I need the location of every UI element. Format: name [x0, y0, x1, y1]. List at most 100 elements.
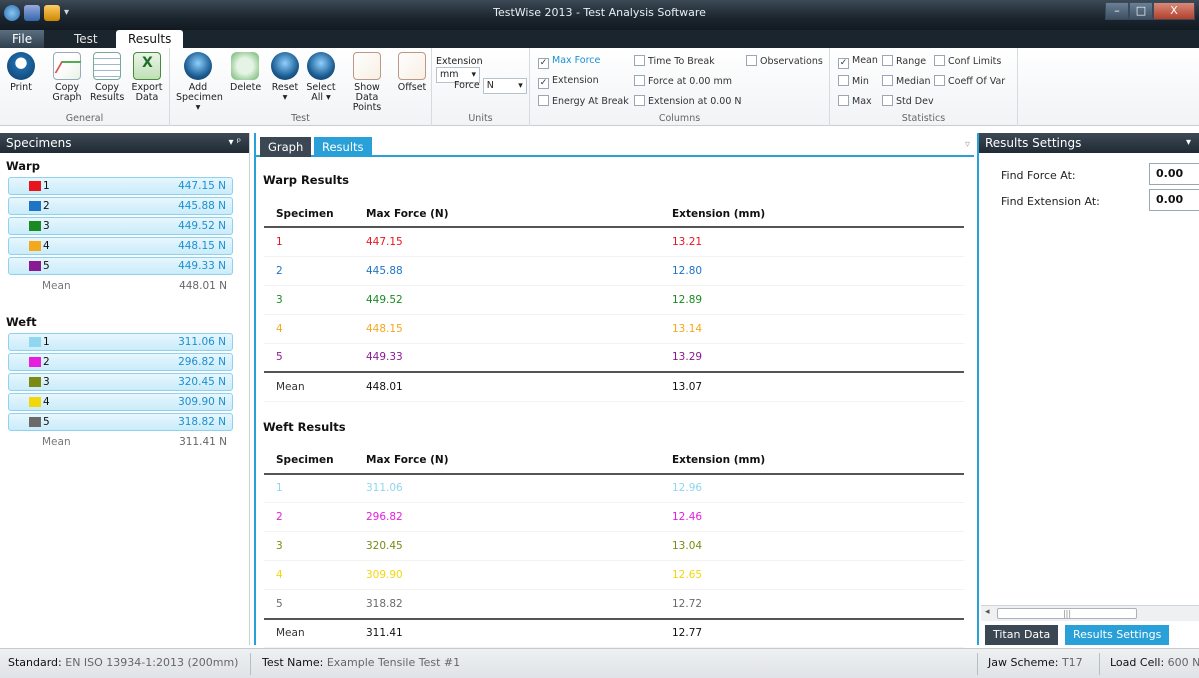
weft-specimen-row[interactable]: 4 309.90 N — [8, 393, 233, 411]
print-button[interactable]: Print — [6, 52, 36, 93]
ribbon-tabs: File Test Results — [0, 30, 1199, 48]
energy-at-break-checkbox[interactable]: Energy At Break — [538, 95, 629, 107]
weft-specimen-row[interactable]: 3 320.45 N — [8, 373, 233, 391]
median-checkbox[interactable]: Median — [882, 75, 931, 87]
color-swatch — [29, 337, 41, 347]
warp-specimen-row[interactable]: 5 449.33 N — [8, 257, 233, 275]
table-row: 1 311.06 12.96 — [264, 473, 964, 503]
mean-checkbox[interactable]: Mean — [838, 55, 878, 69]
warp-specimen-row[interactable]: 2 445.88 N — [8, 197, 233, 215]
status-divider — [977, 653, 978, 675]
tab-graph[interactable]: Graph — [260, 137, 312, 157]
status-divider — [250, 653, 251, 675]
weft-specimen-row[interactable]: 5 318.82 N — [8, 413, 233, 431]
group-test: Add Specimen ▾ Delete Reset ▾ Select All… — [170, 48, 432, 126]
column-header: Specimen — [264, 447, 354, 475]
specimen-number: 5 — [43, 260, 50, 272]
force-at-checkbox[interactable]: Force at 0.00 mm — [634, 75, 732, 87]
weft-group-title: Weft — [6, 315, 37, 329]
table-cell: 12.77 — [660, 617, 964, 648]
find-extension-input[interactable]: 0.00 — [1149, 189, 1199, 211]
select-all-button[interactable]: Select All ▾ — [306, 52, 336, 103]
warp-specimen-row[interactable]: 3 449.52 N — [8, 217, 233, 235]
column-header: Extension (mm) — [660, 447, 964, 475]
observations-checkbox[interactable]: Observations — [746, 55, 823, 67]
group-label: Units — [468, 113, 493, 124]
scroll-thumb[interactable]: ||| — [997, 608, 1137, 619]
offset-button[interactable]: Offset — [396, 52, 428, 93]
time-to-break-checkbox[interactable]: Time To Break — [634, 55, 715, 67]
weft-specimen-row[interactable]: 1 311.06 N — [8, 333, 233, 351]
table-cell: 449.33 — [354, 343, 660, 373]
window-title: TestWise 2013 - Test Analysis Software — [493, 6, 706, 19]
max-force-checkbox[interactable]: Max Force — [538, 55, 600, 69]
add-specimen-icon — [184, 52, 212, 80]
group-label: Test — [291, 113, 310, 124]
tab-test[interactable]: Test — [62, 30, 110, 48]
reset-button[interactable]: Reset ▾ — [270, 52, 300, 103]
tab-results-settings[interactable]: Results Settings — [1065, 625, 1170, 645]
show-data-points-button[interactable]: Show Data Points — [342, 52, 392, 113]
specimen-number: 2 — [43, 200, 50, 212]
specimen-max-force: 318.82 N — [178, 416, 226, 428]
export-data-button[interactable]: Export Data — [130, 52, 164, 103]
table-cell: 448.15 — [354, 314, 660, 344]
color-swatch — [29, 201, 41, 211]
minimize-button[interactable]: – — [1105, 2, 1129, 20]
table-row: 4 309.90 12.65 — [264, 560, 964, 590]
add-specimen-button[interactable]: Add Specimen ▾ — [176, 52, 223, 113]
scroll-left-icon[interactable]: ◂ — [985, 607, 990, 617]
specimen-max-force: 448.15 N — [178, 240, 226, 252]
group-general: Print Copy Graph Copy Results Export Dat… — [0, 48, 170, 126]
table-cell: 3 — [264, 285, 354, 315]
warp-group-title: Warp — [6, 159, 40, 173]
warp-specimen-row[interactable]: 4 448.15 N — [8, 237, 233, 255]
range-checkbox[interactable]: Range — [882, 55, 926, 67]
title-bar: ▾ TestWise 2013 - Test Analysis Software… — [0, 0, 1199, 30]
table-cell: 445.88 — [354, 256, 660, 286]
load-cell-status: Load Cell: 600 N — [1110, 656, 1199, 669]
copy-graph-button[interactable]: Copy Graph — [50, 52, 84, 103]
delete-button[interactable]: Delete — [230, 52, 261, 93]
table-cell: 311.41 — [354, 617, 660, 648]
table-cell: 447.15 — [354, 227, 660, 257]
color-swatch — [29, 377, 41, 387]
mean-row: Mean 448.01 13.07 — [264, 371, 964, 402]
standard-status: Standard: EN ISO 13934-1:2013 (200mm) — [8, 656, 239, 669]
tab-results[interactable]: Results — [116, 30, 184, 48]
specimen-max-force: 296.82 N — [178, 356, 226, 368]
extension-at-checkbox[interactable]: Extension at 0.00 N — [634, 95, 742, 107]
horizontal-scrollbar[interactable]: ◂ ||| — [981, 605, 1199, 621]
coeff-of-var-checkbox[interactable]: Coeff Of Var — [934, 75, 1005, 87]
force-unit-select[interactable]: N — [482, 78, 527, 94]
warp-specimen-row[interactable]: 1 447.15 N — [8, 177, 233, 195]
conf-limits-checkbox[interactable]: Conf Limits — [934, 55, 1001, 67]
min-checkbox[interactable]: Min — [838, 75, 869, 87]
panel-menu-icon[interactable]: ▾ — [1186, 133, 1191, 153]
tab-titan-data[interactable]: Titan Data — [985, 625, 1059, 645]
specimen-max-force: 309.90 N — [178, 396, 226, 408]
find-force-input[interactable]: 0.00 — [1149, 163, 1199, 185]
table-cell: 296.82 — [354, 502, 660, 532]
tab-menu-icon[interactable]: ▿ — [965, 139, 970, 150]
color-swatch — [29, 397, 41, 407]
specimen-max-force: 449.33 N — [178, 260, 226, 272]
tab-results-view[interactable]: Results — [314, 137, 372, 157]
maximize-button[interactable]: □ — [1129, 2, 1153, 20]
table-cell: 1 — [264, 473, 354, 503]
warp-specimen-list: 1 447.15 N 2 445.88 N 3 449.52 N 4 448.15 N 5 449… — [0, 177, 249, 275]
pin-icon[interactable]: ▾ ᵖ — [229, 133, 241, 153]
tab-file[interactable]: File — [0, 30, 45, 48]
reset-icon — [271, 52, 299, 80]
weft-specimen-row[interactable]: 2 296.82 N — [8, 353, 233, 371]
close-button[interactable]: X — [1153, 2, 1195, 20]
status-divider — [1099, 653, 1100, 675]
max-checkbox[interactable]: Max — [838, 95, 872, 107]
copy-results-button[interactable]: Copy Results — [90, 52, 124, 103]
std-dev-checkbox[interactable]: Std Dev — [882, 95, 934, 107]
results-settings-header: Results Settings ▾ — [979, 133, 1199, 153]
table-cell: 2 — [264, 502, 354, 532]
graph-icon — [53, 52, 81, 80]
extension-checkbox[interactable]: Extension — [538, 75, 599, 89]
jaw-scheme-status: Jaw Scheme: T17 — [988, 656, 1083, 669]
